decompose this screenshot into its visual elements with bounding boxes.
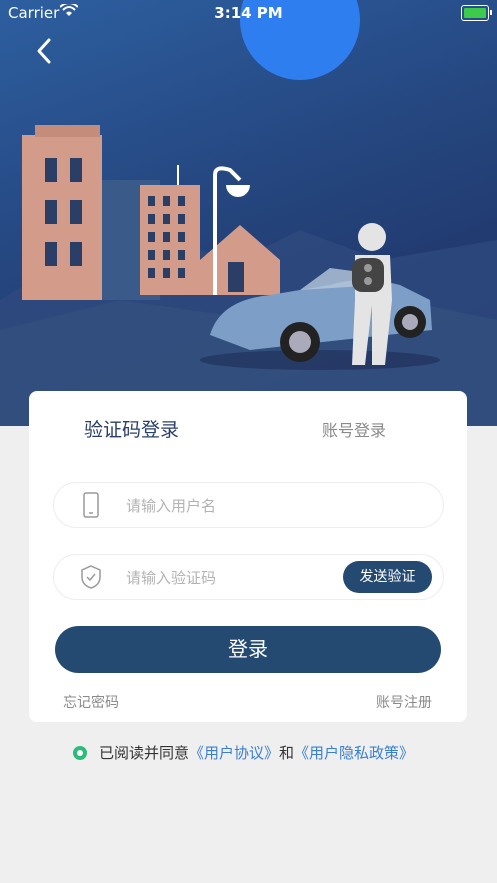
battery-icon [461, 5, 492, 21]
shield-check-icon [81, 565, 101, 589]
status-bar: Carrier 3:14 PM [0, 0, 497, 26]
city-car-illustration [0, 0, 497, 426]
hero-banner: Carrier 3:14 PM [0, 0, 497, 426]
forgot-password-link[interactable]: 忘记密码 [63, 692, 119, 712]
clock: 3:14 PM [214, 4, 283, 22]
register-link[interactable]: 账号注册 [376, 692, 432, 712]
code-placeholder: 请输入验证码 [126, 569, 217, 587]
radio-checked-icon[interactable] [73, 745, 87, 760]
tab-sms-login[interactable]: 验证码登录 [84, 415, 179, 442]
login-card: 验证码登录 账号登录 请输入用户名 请输入验证码 发送验证 登录 忘记密码 账号… [29, 391, 467, 722]
agreement-row: 已阅读并同意 《用户协议》 和 《用户隐私政策》 [73, 742, 414, 763]
chevron-left-icon[interactable] [30, 34, 60, 68]
agreement-prefix: 已阅读并同意 [99, 744, 190, 762]
privacy-policy-link[interactable]: 《用户隐私政策》 [294, 742, 414, 763]
agreement-and: 和 [279, 744, 295, 762]
phone-icon [83, 492, 99, 518]
username-field[interactable]: 请输入用户名 [53, 482, 444, 528]
username-placeholder: 请输入用户名 [126, 497, 217, 515]
user-agreement-link[interactable]: 《用户协议》 [189, 742, 279, 763]
code-field[interactable]: 请输入验证码 发送验证 [53, 554, 444, 600]
login-button[interactable]: 登录 [55, 626, 441, 673]
tab-account-login[interactable]: 账号登录 [322, 417, 386, 441]
send-code-button[interactable]: 发送验证 [343, 561, 432, 593]
